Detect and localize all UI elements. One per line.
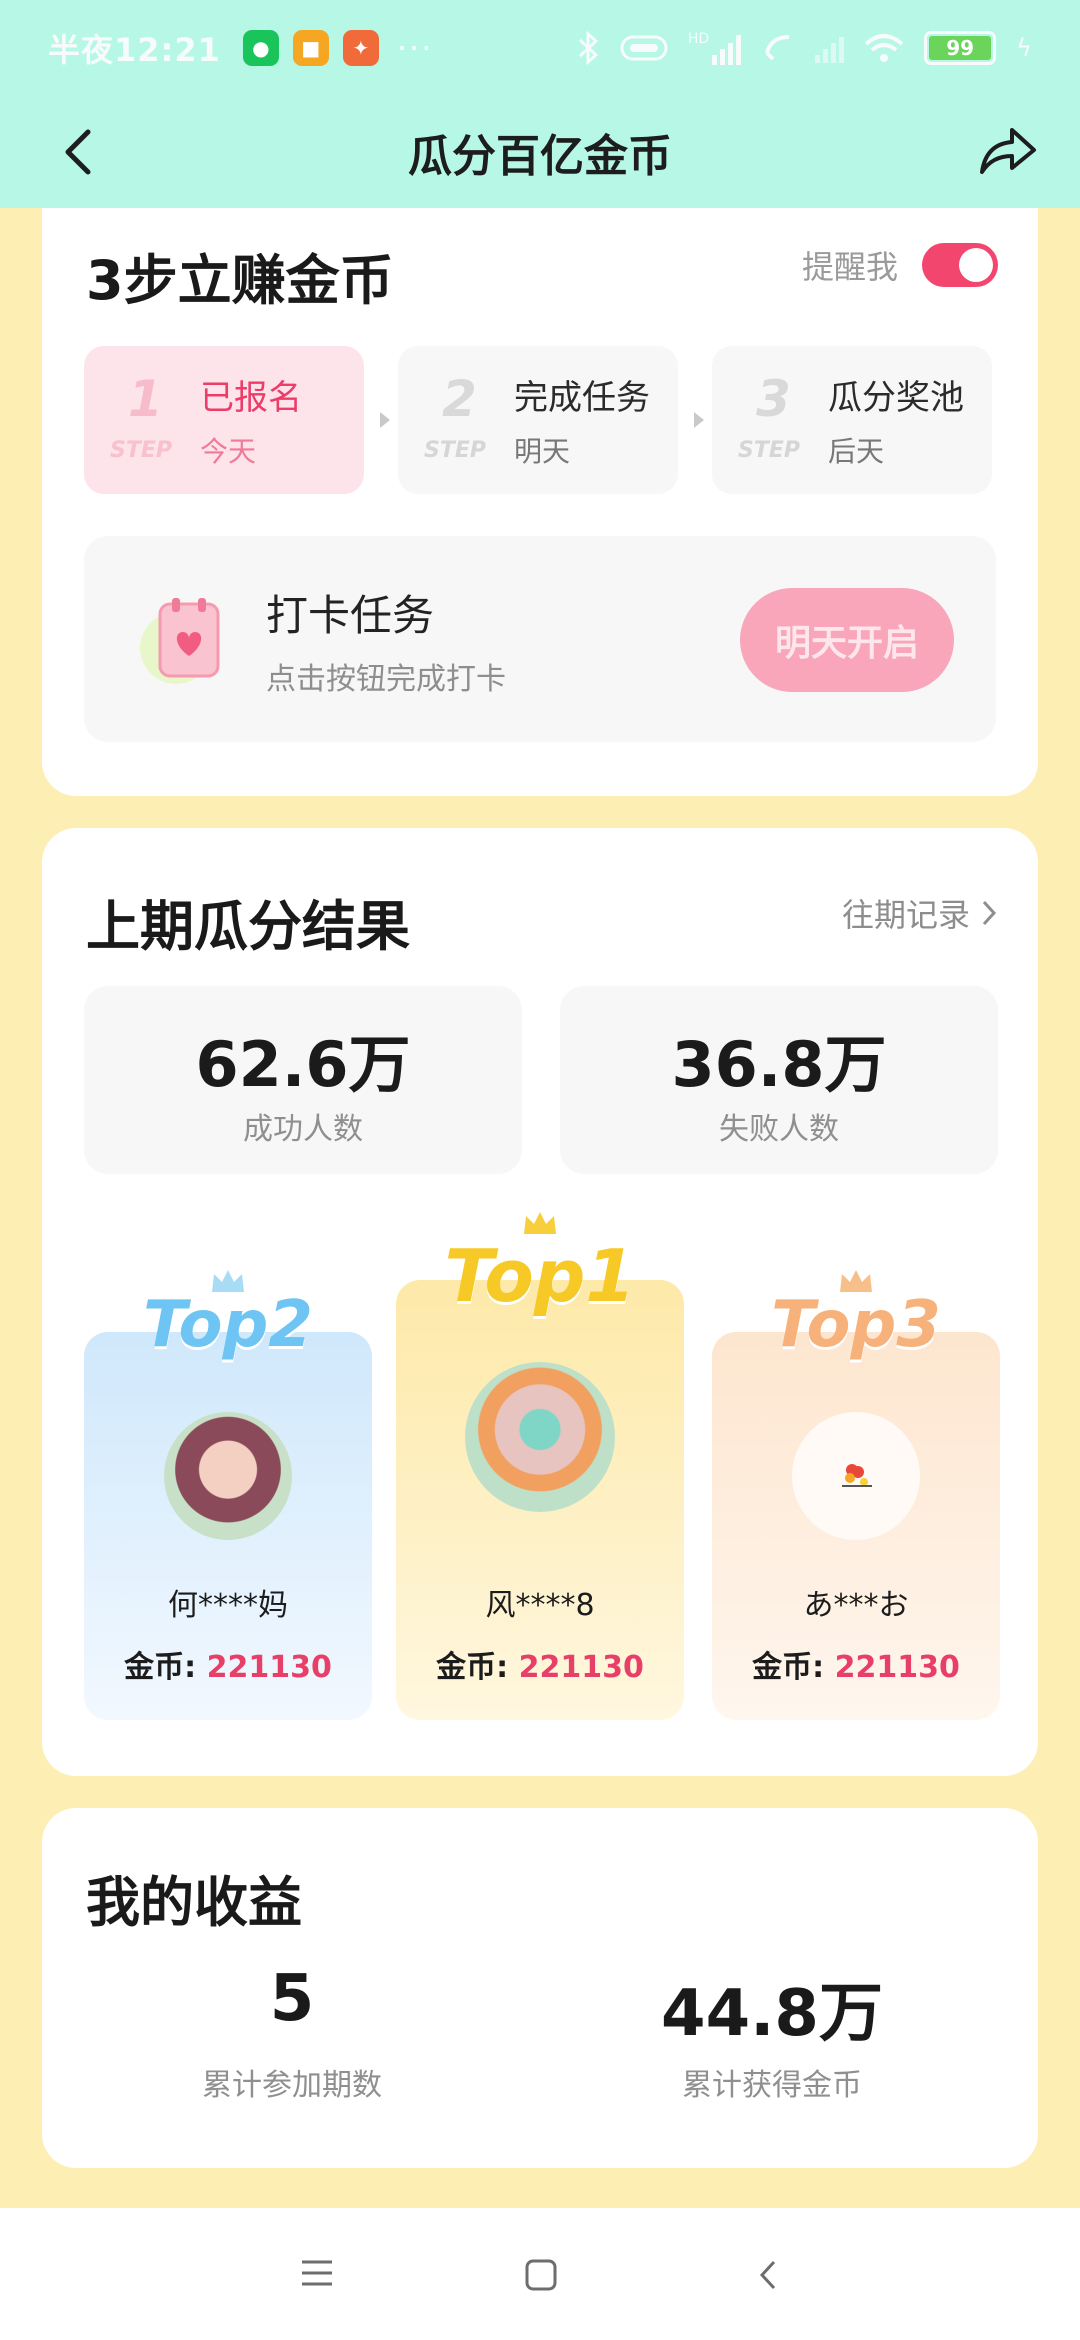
step-caption: STEP xyxy=(738,438,801,463)
more-notifications-icon: ··· xyxy=(396,29,434,67)
earnings-card: 我的收益 5 累计参加期数 44.8万 累计获得金币 xyxy=(42,1808,1038,2168)
history-link[interactable]: 往期记录 xyxy=(842,890,998,936)
battery-level: 99 xyxy=(929,36,992,60)
avatar[interactable] xyxy=(465,1362,615,1512)
coins-label: 金币: xyxy=(124,1650,207,1685)
avatar[interactable] xyxy=(164,1412,292,1540)
coins-label: 金币: xyxy=(752,1650,835,1685)
chevron-right-icon xyxy=(982,900,997,926)
remind-toggle[interactable] xyxy=(922,243,998,287)
checkin-title: 打卡任务 xyxy=(266,591,435,640)
nav-bar: 瓜分百亿金币 xyxy=(0,96,1080,208)
notification-icons: ● ■ ✦ xyxy=(242,30,379,66)
top-user-coins: 金币: 221130 xyxy=(396,1642,684,1686)
coins-total-label: 累计获得金币 xyxy=(682,2068,862,2103)
wifi-icon xyxy=(864,34,904,62)
success-stat: 62.6万 成功人数 xyxy=(84,986,522,1174)
steps-card: 3步立赚金币 提醒我 1 STEP 已报名 今天 2 STEP 完成任务 明天 … xyxy=(42,170,1038,796)
success-value: 62.6万 xyxy=(195,1028,411,1101)
top-user-name: あ***お xyxy=(803,1588,909,1623)
volte-icon xyxy=(620,35,668,61)
step-number: 1 xyxy=(128,370,163,428)
top-user-coins: 金币: 221130 xyxy=(712,1642,1000,1686)
coins-value: 221130 xyxy=(518,1650,644,1685)
system-back-icon[interactable] xyxy=(756,2258,780,2292)
step-1: 1 STEP 已报名 今天 xyxy=(84,346,364,494)
steps-title: 3步立赚金币 xyxy=(86,249,394,312)
page-title: 瓜分百亿金币 xyxy=(408,131,672,182)
fail-value: 36.8万 xyxy=(671,1028,887,1101)
top-user-name: 何****妈 xyxy=(168,1588,288,1623)
signal-icon: HD xyxy=(687,31,742,65)
coins-value: 221130 xyxy=(206,1650,332,1685)
coins-value: 221130 xyxy=(834,1650,960,1685)
status-time: 半夜12:21 xyxy=(48,31,221,69)
checkin-calendar-icon xyxy=(140,598,220,684)
avatar[interactable] xyxy=(792,1412,920,1540)
notes-app-icon: ■ xyxy=(292,30,329,66)
step-caption: STEP xyxy=(424,438,487,463)
checkin-task: 打卡任务 点击按钮完成打卡 明天开启 xyxy=(84,536,996,742)
step-2: 2 STEP 完成任务 明天 xyxy=(398,346,678,494)
top1-card: Top1 风****8 金币: 221130 xyxy=(396,1212,684,1720)
results-card: 上期瓜分结果 往期记录 62.6万 成功人数 36.8万 失败人数 Top2 何… xyxy=(42,828,1038,1776)
call-icon xyxy=(765,35,790,61)
checkin-button[interactable]: 明天开启 xyxy=(740,588,954,692)
fail-label: 失败人数 xyxy=(719,1112,839,1147)
step-name: 完成任务 xyxy=(514,378,650,418)
steps-row: 1 STEP 已报名 今天 2 STEP 完成任务 明天 3 STEP 瓜分奖池… xyxy=(84,346,992,494)
share-icon[interactable] xyxy=(976,122,1040,182)
step-name: 已报名 xyxy=(200,378,302,418)
top-bar: 半夜12:21 ● ■ ✦ ··· HD 99 ϟ 瓜分百亿金币 xyxy=(0,0,1080,208)
charging-icon: ϟ xyxy=(1016,34,1032,62)
top1-badge: Top1 xyxy=(444,1234,636,1318)
step-caption: STEP xyxy=(110,438,173,463)
menu-icon[interactable] xyxy=(300,2258,334,2288)
results-title: 上期瓜分结果 xyxy=(86,895,410,958)
battery-icon: 99 xyxy=(924,31,997,65)
step-3: 3 STEP 瓜分奖池 后天 xyxy=(712,346,992,494)
step-arrow-icon xyxy=(380,412,390,428)
crown-icon xyxy=(524,1212,556,1234)
step-when: 今天 xyxy=(200,435,257,468)
home-icon[interactable] xyxy=(524,2258,558,2292)
periods-value: 5 xyxy=(269,1962,315,2036)
top2-card: Top2 何****妈 金币: 221130 xyxy=(84,1270,372,1720)
step-arrow-icon xyxy=(694,412,704,428)
step-number: 2 xyxy=(442,370,477,428)
coins-label: 金币: xyxy=(436,1650,519,1685)
history-label: 往期记录 xyxy=(841,896,970,934)
step-when: 明天 xyxy=(514,435,571,468)
bluetooth-icon xyxy=(578,31,599,65)
remind-label: 提醒我 xyxy=(801,248,898,286)
status-right: HD 99 ϟ xyxy=(576,31,1032,65)
status-bar: 半夜12:21 ● ■ ✦ ··· HD 99 ϟ xyxy=(0,0,1080,96)
coins-total-value: 44.8万 xyxy=(661,1977,883,2051)
top3-card: Top3 あ***お 金币: 221130 xyxy=(712,1270,1000,1720)
earnings-title: 我的收益 xyxy=(86,1871,302,1934)
signal2-icon xyxy=(815,33,845,63)
top3-badge: Top3 xyxy=(771,1288,941,1362)
wechat-icon: ● xyxy=(242,30,279,66)
step-when: 后天 xyxy=(828,435,885,468)
top-user-name: 风****8 xyxy=(485,1588,595,1623)
step-number: 3 xyxy=(756,370,791,428)
periods-label: 累计参加期数 xyxy=(202,2068,382,2103)
success-label: 成功人数 xyxy=(243,1112,363,1147)
step-name: 瓜分奖池 xyxy=(828,378,964,418)
hd-label: HD xyxy=(687,31,710,47)
shopping-app-icon: ✦ xyxy=(342,30,379,66)
top-user-coins: 金币: 221130 xyxy=(84,1642,372,1686)
remind-toggle-row: 提醒我 xyxy=(802,242,998,288)
flower-icon xyxy=(842,1464,872,1487)
system-nav-bar xyxy=(0,2208,1080,2340)
top2-badge: Top2 xyxy=(143,1288,313,1362)
back-arrow-icon[interactable] xyxy=(54,124,110,180)
checkin-subtitle: 点击按钮完成打卡 xyxy=(266,662,506,697)
fail-stat: 36.8万 失败人数 xyxy=(560,986,998,1174)
